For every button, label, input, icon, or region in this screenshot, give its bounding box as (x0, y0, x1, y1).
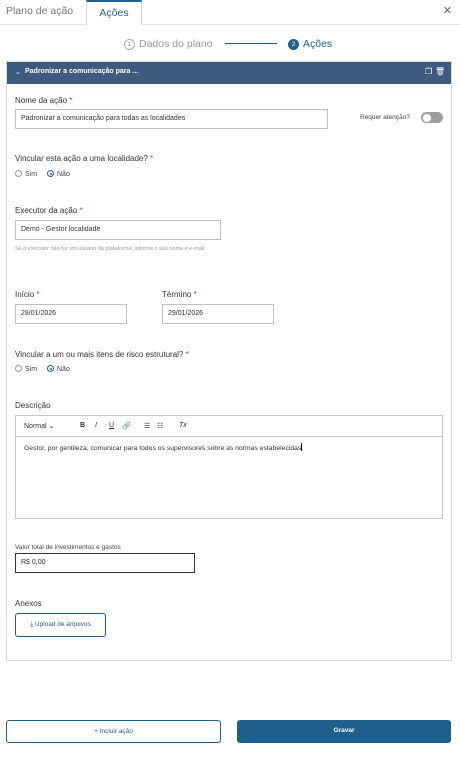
tab-plano-de-acao[interactable]: Plano de ação (0, 0, 86, 24)
action-card: ⌄ Padronizar a comunicação para ... ❐ 🗑 … (6, 61, 452, 661)
step-connector (225, 43, 277, 44)
executor-input[interactable]: Demo - Gestor localidade (15, 220, 221, 240)
radio-circle-selected (47, 365, 54, 372)
investment-label: Valor total de investimentos e gastos (15, 544, 121, 551)
step-2-label: Ações (303, 38, 333, 50)
step-dados-do-plano[interactable]: 1 Dados do plano (124, 38, 213, 50)
ordered-list-icon[interactable]: ☰ (144, 422, 150, 430)
investment-input[interactable]: R$ 0,00 (15, 553, 195, 573)
editor-content[interactable]: Gestor, por gentileza, comunicar para to… (24, 443, 303, 452)
link-location-label: Vincular esta ação a uma localidade? * (15, 154, 154, 163)
save-button[interactable]: Gravar (237, 720, 451, 743)
radio-circle-selected (47, 170, 54, 177)
attention-toggle[interactable] (421, 112, 443, 123)
close-icon[interactable]: ✕ (443, 4, 452, 17)
action-name-label: Nome da ação * (15, 96, 73, 105)
bullet-list-icon[interactable]: ☷ (157, 422, 163, 430)
chevron-down-icon[interactable]: ⌄ (15, 68, 21, 76)
step-1-number: 1 (124, 39, 135, 50)
attention-label: Requer atenção? (360, 114, 410, 121)
stepper: 1 Dados do plano 2 Ações (0, 38, 460, 52)
executor-hint: Se o executor não for um usuário da plat… (15, 246, 206, 252)
link-risk-label: Vincular a um ou mais itens de risco est… (15, 350, 189, 359)
tab-acoes[interactable]: Ações (86, 0, 142, 25)
action-name-input[interactable]: Padronizar a comunicação para todas as l… (15, 109, 328, 129)
upload-files-button[interactable]: ⤓ Upload de arquivos (15, 613, 106, 637)
start-date-input[interactable]: 28/01/2026 (15, 304, 127, 324)
tab-bar: Plano de ação Ações ✕ (0, 0, 460, 25)
end-label: Término * (162, 290, 197, 299)
copy-icon[interactable]: ❐ (425, 67, 432, 76)
italic-button[interactable]: I (95, 422, 97, 429)
format-select[interactable]: Normal ⌄ (24, 422, 54, 430)
link-icon[interactable]: 🔗 (122, 422, 131, 430)
end-date-input[interactable]: 29/01/2026 (162, 304, 274, 324)
add-action-button[interactable]: + Incluir ação (6, 720, 221, 743)
radio-circle (15, 170, 22, 177)
location-radio-no[interactable]: Não (47, 170, 70, 178)
step-acoes[interactable]: 2 Ações (288, 38, 332, 50)
action-card-title: Padronizar a comunicação para ... (25, 68, 139, 75)
location-radio-yes[interactable]: Sim (15, 170, 37, 178)
executor-label: Executor da ação * (15, 206, 83, 215)
description-label: Descrição (15, 401, 51, 410)
step-1-label: Dados do plano (139, 38, 213, 50)
clear-format-icon[interactable]: Tx (179, 422, 187, 429)
underline-button[interactable]: U (109, 422, 114, 429)
text-cursor (301, 443, 303, 451)
upload-icon: ⤓ (30, 621, 34, 628)
start-label: Início * (15, 290, 40, 299)
editor-toolbar: Normal ⌄ B I U 🔗 ☰ ☷ Tx (16, 416, 442, 437)
radio-circle (15, 365, 22, 372)
attachments-label: Anexos (15, 599, 42, 608)
chevron-down-icon: ⌄ (48, 423, 55, 430)
step-2-number: 2 (288, 39, 299, 50)
action-card-header[interactable]: ⌄ Padronizar a comunicação para ... ❐ 🗑 (7, 62, 451, 84)
bold-button[interactable]: B (80, 422, 85, 429)
risk-radio-no[interactable]: Não (47, 365, 70, 373)
risk-radio-yes[interactable]: Sim (15, 365, 37, 373)
plus-icon: + (94, 728, 98, 735)
description-editor[interactable]: Normal ⌄ B I U 🔗 ☰ ☷ Tx Gestor, por gent… (15, 415, 443, 519)
trash-icon[interactable]: 🗑 (435, 67, 445, 76)
